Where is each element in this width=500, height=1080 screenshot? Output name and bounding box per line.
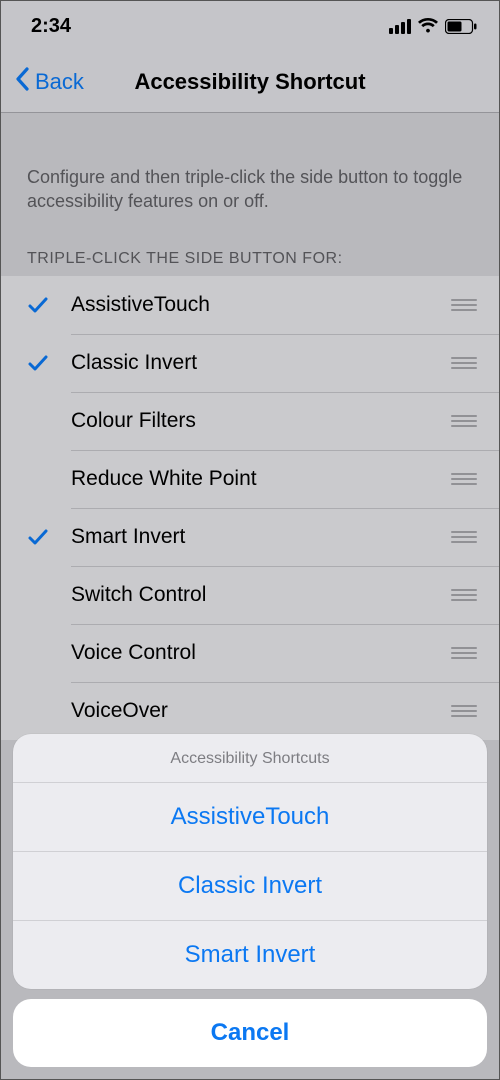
list-item-label: Switch Control (71, 583, 451, 607)
status-right (389, 18, 477, 34)
list-item-label: Colour Filters (71, 409, 451, 433)
battery-icon (445, 19, 477, 34)
list-item[interactable]: VoiceOver (1, 682, 499, 740)
wifi-icon (417, 18, 439, 34)
list-item-label: VoiceOver (71, 699, 451, 723)
action-sheet-panel: Accessibility Shortcuts AssistiveTouch C… (13, 734, 487, 989)
check-icon (27, 526, 71, 548)
list-item-label: Smart Invert (71, 525, 451, 549)
chevron-left-icon (15, 67, 31, 97)
reorder-grip-icon[interactable] (451, 473, 499, 485)
reorder-grip-icon[interactable] (451, 415, 499, 427)
list-item[interactable]: Switch Control (1, 566, 499, 624)
sheet-option-classic-invert[interactable]: Classic Invert (13, 852, 487, 921)
cell-signal-icon (389, 19, 411, 34)
action-sheet: Accessibility Shortcuts AssistiveTouch C… (1, 734, 499, 1079)
reorder-grip-icon[interactable] (451, 531, 499, 543)
shortcut-list: AssistiveTouch Classic Invert Colour Fil… (1, 276, 499, 740)
reorder-grip-icon[interactable] (451, 299, 499, 311)
screen: 2:34 (1, 1, 499, 1079)
reorder-grip-icon[interactable] (451, 357, 499, 369)
status-bar: 2:34 (1, 1, 499, 51)
back-button[interactable]: Back (1, 67, 84, 97)
list-item[interactable]: Voice Control (1, 624, 499, 682)
check-icon (27, 352, 71, 374)
nav-bar: Back Accessibility Shortcut (1, 51, 499, 113)
check-icon (27, 294, 71, 316)
list-item-label: AssistiveTouch (71, 293, 451, 317)
list-item[interactable]: AssistiveTouch (1, 276, 499, 334)
back-label: Back (35, 69, 84, 95)
list-item[interactable]: Colour Filters (1, 392, 499, 450)
list-item-label: Voice Control (71, 641, 451, 665)
list-item-label: Classic Invert (71, 351, 451, 375)
section-header: TRIPLE-CLICK THE SIDE BUTTON FOR: (1, 214, 499, 276)
sheet-option-smart-invert[interactable]: Smart Invert (13, 921, 487, 989)
list-item[interactable]: Smart Invert (1, 508, 499, 566)
list-item[interactable]: Classic Invert (1, 334, 499, 392)
sheet-option-assistivetouch[interactable]: AssistiveTouch (13, 783, 487, 852)
list-item[interactable]: Reduce White Point (1, 450, 499, 508)
cancel-button[interactable]: Cancel (13, 999, 487, 1067)
reorder-grip-icon[interactable] (451, 705, 499, 717)
description: Configure and then triple-click the side… (1, 113, 499, 214)
reorder-grip-icon[interactable] (451, 647, 499, 659)
list-item-label: Reduce White Point (71, 467, 451, 491)
reorder-grip-icon[interactable] (451, 589, 499, 601)
action-sheet-title: Accessibility Shortcuts (13, 734, 487, 783)
status-time: 2:34 (31, 15, 71, 38)
